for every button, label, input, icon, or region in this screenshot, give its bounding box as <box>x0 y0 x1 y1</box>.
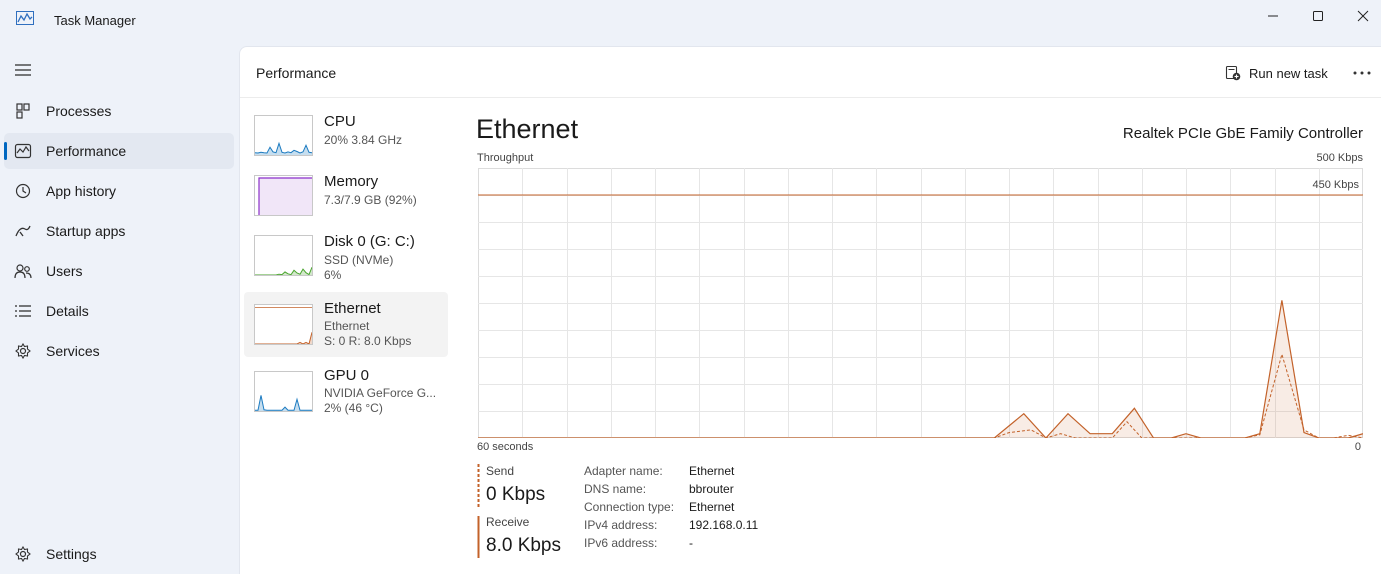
device-detail: 20% 3.84 GHz <box>324 133 403 147</box>
info-key: Connection type: <box>584 500 675 514</box>
device-detail: 2% (46 °C) <box>324 401 383 415</box>
sidebar-item-performance[interactable]: Performance <box>4 133 234 169</box>
maximize-icon <box>1313 11 1323 21</box>
receive-value: 8.0 Kbps <box>486 535 561 556</box>
cpu-line <box>255 141 312 154</box>
device-detail: 6% <box>324 268 342 282</box>
device-cpu[interactable]: CPU 20% 3.84 GHz <box>244 102 448 166</box>
task-manager-icon <box>16 11 34 25</box>
device-ethernet[interactable]: Ethernet Ethernet S: 0 R: 8.0 Kbps <box>244 292 448 357</box>
performance-icon <box>14 143 32 159</box>
ethernet-area <box>255 332 312 344</box>
device-name: Memory <box>324 173 379 190</box>
details-icon <box>15 305 31 317</box>
info-key: IPv4 address: <box>584 518 658 532</box>
throughput-graph <box>478 168 1363 438</box>
ethernet-thumbnail <box>254 304 313 345</box>
sidebar-item-label: Settings <box>46 546 97 562</box>
users-icon <box>14 264 32 279</box>
ethernet-line <box>255 332 312 344</box>
sidebar-item-label: Startup apps <box>46 223 126 239</box>
adapter-model: Realtek PCIe GbE Family Controller <box>1122 125 1363 142</box>
send-value: 0 Kbps <box>486 484 546 505</box>
processes-icon <box>16 103 30 119</box>
memory-thumbnail <box>254 175 313 216</box>
device-detail: NVIDIA GeForce G... <box>324 386 437 400</box>
send-legend-line <box>477 464 480 507</box>
device-detail: SSD (NVMe) <box>324 253 394 267</box>
threshold-label: 450 Kbps <box>1312 179 1359 191</box>
device-disk[interactable]: Disk 0 (G: C:) SSD (NVMe) 6% <box>244 222 448 286</box>
sidebar-item-startup-apps[interactable]: Startup apps <box>4 213 234 249</box>
sidebar-item-processes[interactable]: Processes <box>4 93 234 129</box>
time-axis-label: 60 seconds <box>477 441 534 453</box>
device-detail: Ethernet <box>324 319 370 333</box>
app-history-icon <box>15 183 31 199</box>
info-key: DNS name: <box>584 482 647 496</box>
sidebar-item-users[interactable]: Users <box>4 253 234 289</box>
active-indicator <box>4 142 7 160</box>
info-value: Ethernet <box>689 500 735 514</box>
more-options-button[interactable] <box>1350 61 1374 85</box>
cpu-thumbnail <box>254 115 313 156</box>
device-name: Disk 0 (G: C:) <box>324 233 415 250</box>
info-value: 192.168.0.11 <box>689 518 759 532</box>
send-label: Send <box>486 464 515 478</box>
startup-apps-icon <box>15 225 31 237</box>
sidebar-item-label: Processes <box>46 103 112 119</box>
device-name: GPU 0 <box>324 367 370 384</box>
panel-header: Performance Run new task <box>240 47 1381 98</box>
run-task-icon <box>1225 65 1241 81</box>
close-icon <box>1357 10 1369 22</box>
device-detail: S: 0 R: 8.0 Kbps <box>324 334 412 348</box>
run-new-task-label: Run new task <box>1249 65 1328 81</box>
adapter-title: Ethernet <box>476 114 579 144</box>
receive-label: Receive <box>486 515 530 529</box>
sidebar-item-label: App history <box>46 183 117 199</box>
device-gpu[interactable]: GPU 0 NVIDIA GeForce G... 2% (46 °C) <box>244 360 448 424</box>
device-name: CPU <box>324 113 356 130</box>
app-title: Task Manager <box>54 13 136 28</box>
memory-fill <box>259 178 312 215</box>
page-title: Performance <box>256 65 337 81</box>
cpu-area <box>255 143 312 155</box>
more-icon <box>1353 71 1371 75</box>
info-value: bbrouter <box>689 482 734 496</box>
sidebar-item-label: Services <box>46 343 100 359</box>
minimize-button[interactable] <box>1250 0 1296 32</box>
sidebar-item-label: Users <box>46 263 83 279</box>
graph-max-label: 500 Kbps <box>1316 152 1363 164</box>
info-key: IPv6 address: <box>584 536 658 550</box>
device-name: Ethernet <box>324 300 381 317</box>
settings-icon <box>15 546 31 562</box>
maximize-button[interactable] <box>1295 0 1341 32</box>
info-key: Adapter name: <box>584 464 663 478</box>
title-bar: Task Manager <box>0 0 1381 42</box>
main-panel: Performance Run new task CPU 20% 3.84 GH… <box>239 46 1381 574</box>
menu-icon[interactable] <box>13 62 33 78</box>
sidebar-item-label: Performance <box>46 143 127 159</box>
min-axis-label: 0 <box>1354 441 1361 453</box>
sidebar-item-settings[interactable]: Settings <box>4 536 234 572</box>
gpu-thumbnail <box>254 371 313 412</box>
gpu-line <box>255 395 312 411</box>
disk-thumbnail <box>254 235 313 276</box>
device-detail: 7.3/7.9 GB (92%) <box>324 193 417 207</box>
info-value: Ethernet <box>689 464 735 478</box>
device-memory[interactable]: Memory 7.3/7.9 GB (92%) <box>244 162 448 226</box>
sidebar-item-services[interactable]: Services <box>4 333 234 369</box>
minimize-icon <box>1268 15 1278 17</box>
services-icon <box>15 343 31 359</box>
sidebar-item-details[interactable]: Details <box>4 293 234 329</box>
info-value: - <box>689 536 693 550</box>
sidebar-item-label: Details <box>46 303 89 319</box>
close-button[interactable] <box>1340 0 1381 32</box>
graph-label: Throughput <box>477 152 534 164</box>
sidebar-item-app-history[interactable]: App history <box>4 173 234 209</box>
run-new-task-button[interactable]: Run new task <box>1225 61 1328 85</box>
receive-legend-line <box>477 516 480 558</box>
